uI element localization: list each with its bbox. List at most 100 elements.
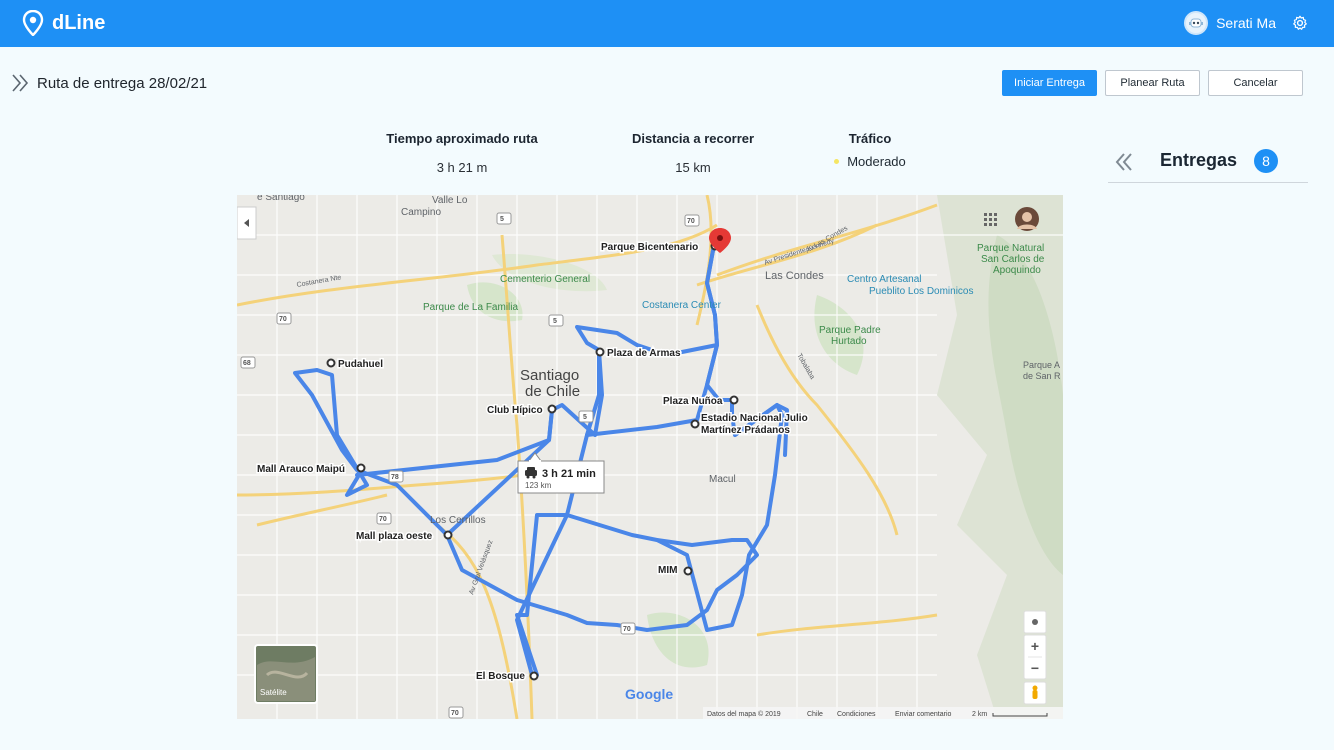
brand[interactable]: dLine [22,10,105,36]
traffic-dot [834,159,840,164]
double-chevron-left-icon[interactable] [1114,151,1134,173]
deliveries-title: Entregas [1160,150,1238,170]
stop-label: Club Hípico [487,405,543,416]
place-label: Parque Natural [977,243,1044,254]
satellite-toggle[interactable]: Satélite [254,644,318,704]
place-label: San Carlos de [981,254,1045,265]
map-feedback-link[interactable]: Enviar comentario [895,711,952,718]
route-shield: 70 [379,516,387,523]
route-time-label: Tiempo aproximado ruta [386,131,538,146]
app-name: dLine [52,11,106,34]
location-pin-icon [22,10,44,36]
place-label: Los Cerrillos [430,515,486,526]
stop-marker[interactable] [690,419,700,429]
stop-marker[interactable] [356,463,366,473]
stop-label: Martínez Prádanos [701,425,790,436]
traffic-stat: Tráfico Moderado [818,131,922,169]
route-map[interactable]: 5 70 70 5 68 78 70 70 5 70 e Santiago Va… [237,195,1063,719]
place-label: Las Condes [765,270,824,282]
route-shield: 5 [583,414,587,421]
avatar[interactable] [1184,11,1209,35]
satellite-label: Satélite [260,688,287,697]
traffic-label: Tráfico [848,131,892,146]
place-label: Parque de La Familia [423,302,518,313]
plan-route-button[interactable]: Planear Ruta [1105,70,1200,96]
pegman-icon[interactable] [1023,681,1047,705]
route-shield: 5 [500,216,504,223]
page-header: Ruta de entrega 28/02/21 [11,72,207,94]
place-label: Cementerio General [500,274,590,285]
stop-label: Mall plaza oeste [356,531,433,542]
route-shield: 5 [553,318,557,325]
route-badge-distance: 123 km [525,481,552,490]
distance-stat: Distancia a recorrer 15 km [622,131,764,175]
cancel-button[interactable]: Cancelar [1208,70,1303,96]
place-label: e Santiago [257,195,305,203]
place-label: Apoquindo [993,265,1041,276]
route-shield: 70 [451,710,459,717]
stop-label: Estadio Nacional Julio [701,413,808,424]
stop-marker[interactable] [683,566,693,576]
traffic-value: Moderado [847,154,906,169]
robot-avatar-icon [1189,18,1204,28]
stop-label: Plaza Nuñoa [663,396,723,407]
stop-marker[interactable] [729,395,739,405]
distance-label: Distancia a recorrer [631,131,755,146]
place-label: Campino [401,207,441,218]
route-shield: 68 [243,360,251,367]
gear-icon[interactable] [1292,15,1308,31]
stop-marker[interactable] [529,671,539,681]
stop-label: Plaza de Armas [607,348,681,359]
double-chevron-right-icon[interactable] [11,72,31,94]
map-footer: Datos del mapa © 2019 Chile Condiciones … [703,707,1063,719]
place-label: Hurtado [831,336,867,347]
stop-label: Parque Bicentenario [601,242,698,253]
action-buttons: Iniciar Entrega Planear Ruta Cancelar [1002,70,1303,96]
place-label: Pueblito Los Dominicos [869,286,974,297]
user-menu[interactable]: Serati Ma [1184,11,1308,35]
page-title: Ruta de entrega 28/02/21 [37,74,208,92]
place-label: Parque A [1023,360,1060,370]
place-label: Valle Lo [432,195,468,206]
place-label: Macul [709,474,736,485]
place-label: de Chile [525,383,580,400]
deliveries-panel-header: Entregas 8 [1108,148,1308,183]
route-shield: 70 [279,316,287,323]
apps-grid-icon[interactable] [984,213,997,226]
stop-label: Pudahuel [338,359,383,370]
stop-marker[interactable] [326,358,336,368]
route-time-value: 3 h 21 m [436,160,488,175]
route-shield: 70 [623,626,631,633]
zoom-controls: + − [1023,634,1047,680]
map-country: Chile [807,711,823,718]
place-label: de San R [1023,371,1061,381]
map-attribution: Datos del mapa © 2019 [707,710,781,718]
map-profile-avatar[interactable] [1015,207,1039,231]
map-collapse-tab[interactable] [237,206,257,240]
stop-marker[interactable] [595,347,605,357]
route-shield: 78 [391,474,399,481]
my-location-icon[interactable] [1023,610,1047,634]
route-time-stat: Tiempo aproximado ruta 3 h 21 m [382,131,542,175]
stop-label: MIM [658,565,677,576]
place-label: Costanera Center [642,300,722,311]
google-logo: Google [625,686,673,702]
stop-label: El Bosque [476,671,525,682]
user-name: Serati Ma [1216,15,1276,31]
place-label: Centro Artesanal [847,274,922,285]
place-label: Santiago [520,367,579,384]
route-shield: 70 [687,218,695,225]
stop-label: Mall Arauco Maipú [257,464,345,475]
distance-value: 15 km [675,160,711,175]
deliveries-count-badge: 8 [1254,149,1278,173]
map-scale-label: 2 km [972,711,987,718]
map-terms-link[interactable]: Condiciones [837,711,876,718]
zoom-out-button[interactable]: − [1031,660,1039,676]
stop-marker[interactable] [547,404,557,414]
place-label: Parque Padre [819,325,881,336]
stop-marker[interactable] [443,530,453,540]
route-badge-time: 3 h 21 min [542,468,596,480]
zoom-in-button[interactable]: + [1031,638,1039,654]
top-bar: dLine Serati Ma [0,0,1334,47]
start-delivery-button[interactable]: Iniciar Entrega [1002,70,1097,96]
